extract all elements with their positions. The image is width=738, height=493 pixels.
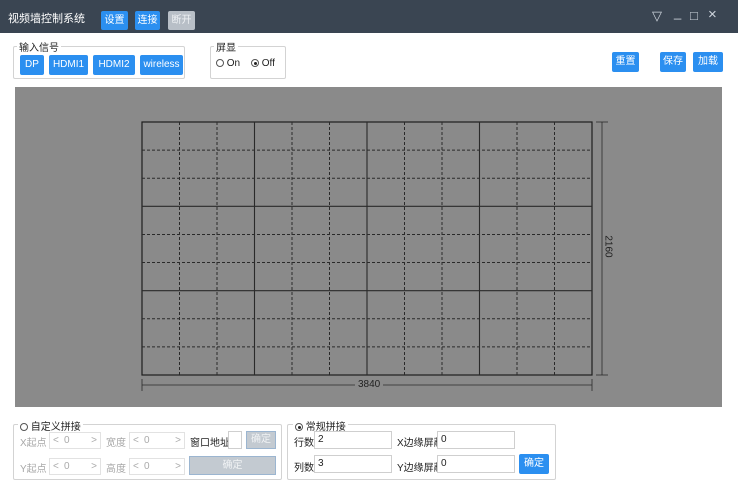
screen-on-radio[interactable]: On — [216, 58, 240, 69]
title-bar: 视频墙控制系统 设置 连接 断开 ▽ _ □ × — [0, 0, 738, 33]
load-button[interactable]: 加载 — [693, 52, 723, 72]
window-address-input[interactable] — [228, 431, 242, 449]
x-edge-input[interactable]: 0 — [437, 431, 515, 449]
input-hdmi1-button[interactable]: HDMI1 — [49, 55, 88, 75]
cols-input[interactable]: 3 — [314, 455, 392, 473]
video-wall-grid[interactable] — [15, 87, 722, 407]
y-start-spinner[interactable]: < 0 > — [49, 458, 101, 475]
close-icon[interactable]: × — [708, 6, 717, 23]
wall-width-label: 3840 — [355, 379, 384, 390]
radio-checked-icon — [251, 59, 259, 67]
window-address-label: 窗口地址 — [190, 438, 230, 449]
decrement-icon[interactable]: < — [53, 433, 59, 448]
radio-icon — [20, 423, 28, 431]
decrement-icon[interactable]: < — [133, 433, 139, 448]
window-confirm-button[interactable]: 确定 — [246, 431, 276, 449]
minimize-icon[interactable]: _ — [674, 5, 681, 20]
custom-splice-radio[interactable]: 自定义拼接 — [18, 418, 83, 433]
y-edge-input[interactable]: 0 — [437, 455, 515, 473]
height-label: 高度 — [106, 464, 126, 475]
input-dp-button[interactable]: DP — [20, 55, 44, 75]
input-wireless-button[interactable]: wireless — [140, 55, 183, 75]
connect-button[interactable]: 连接 — [135, 11, 160, 30]
radio-icon — [216, 59, 224, 67]
disconnect-button[interactable]: 断开 — [168, 11, 195, 30]
radio-checked-icon — [295, 423, 303, 431]
screen-display-title: 屏显 — [214, 39, 238, 54]
screen-off-radio[interactable]: Off — [251, 58, 275, 69]
x-start-label: X起点 — [20, 438, 47, 449]
collapse-icon[interactable]: ▽ — [652, 8, 662, 24]
save-button[interactable]: 保存 — [660, 52, 686, 72]
x-start-spinner[interactable]: < 0 > — [49, 432, 101, 449]
regular-confirm-button[interactable]: 确定 — [519, 454, 549, 474]
y-start-label: Y起点 — [20, 464, 47, 475]
increment-icon[interactable]: > — [175, 433, 181, 448]
wall-height-label: 2160 — [602, 232, 614, 261]
width-spinner[interactable]: < 0 > — [129, 432, 185, 449]
maximize-icon[interactable]: □ — [690, 8, 698, 23]
decrement-icon[interactable]: < — [53, 459, 59, 474]
video-wall-canvas[interactable]: 3840 2160 — [15, 87, 722, 407]
reset-button[interactable]: 重置 — [612, 52, 639, 72]
input-hdmi2-button[interactable]: HDMI2 — [93, 55, 135, 75]
height-spinner[interactable]: < 0 > — [129, 458, 185, 475]
custom-confirm-button[interactable]: 确定 — [189, 456, 276, 475]
input-signal-title: 输入信号 — [17, 39, 61, 54]
settings-button[interactable]: 设置 — [101, 11, 128, 30]
app-title: 视频墙控制系统 — [8, 13, 85, 25]
increment-icon[interactable]: > — [91, 433, 97, 448]
rows-input[interactable]: 2 — [314, 431, 392, 449]
increment-icon[interactable]: > — [175, 459, 181, 474]
cols-label: 列数 — [294, 463, 314, 474]
decrement-icon[interactable]: < — [133, 459, 139, 474]
rows-label: 行数 — [294, 438, 314, 449]
increment-icon[interactable]: > — [91, 459, 97, 474]
width-label: 宽度 — [106, 438, 126, 449]
